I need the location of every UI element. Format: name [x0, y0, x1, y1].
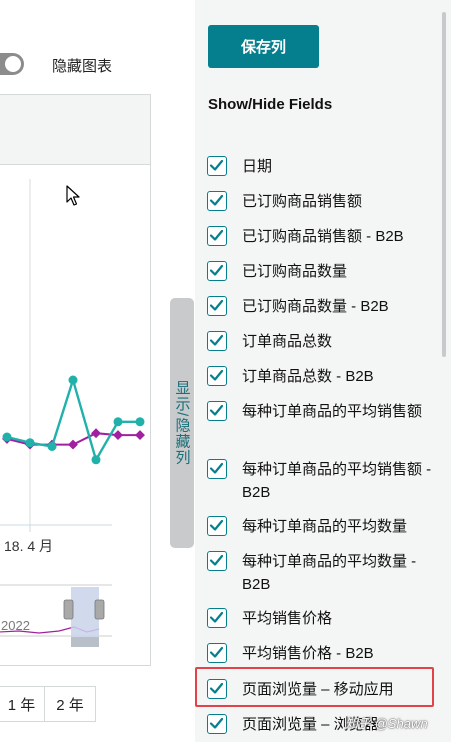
navigator-handle-left[interactable] [63, 599, 74, 620]
field-label: 订单商品总数 [242, 333, 333, 350]
save-columns-button[interactable]: 保存列 [208, 25, 319, 68]
series-1-point[interactable] [68, 439, 78, 450]
field-checkbox[interactable] [207, 459, 227, 479]
series-0-point[interactable] [135, 417, 145, 427]
checkmark-icon [209, 194, 224, 206]
navigator-scroll-thumb[interactable] [71, 637, 99, 647]
field-row[interactable]: 订单商品总数 [207, 330, 439, 353]
field-checkbox[interactable] [207, 296, 227, 316]
field-label: 每种订单商品的平均数量 - B2B [242, 553, 417, 593]
field-row[interactable]: 平均销售价格 [207, 607, 439, 630]
field-row[interactable]: 每种订单商品的平均数量 - B2B [207, 550, 439, 596]
series-1-point[interactable] [135, 430, 145, 441]
checkmark-icon [209, 646, 224, 658]
field-row[interactable]: 每种订单商品的平均销售额 [207, 400, 439, 423]
checkmark-icon [209, 717, 224, 729]
checkmark-icon [209, 611, 224, 623]
checkmark-icon [209, 159, 224, 171]
checkmark-icon [209, 264, 224, 276]
field-label: 每种订单商品的平均数量 [242, 518, 408, 535]
field-checkbox[interactable] [207, 608, 227, 628]
chart-panel: 18. 4 月 2022 [0, 94, 151, 666]
range-2-year-button[interactable]: 2 年 [44, 686, 96, 722]
field-checkbox[interactable] [207, 156, 227, 176]
watermark: 知乎 @Shawn [345, 716, 428, 731]
checkmark-icon [209, 554, 224, 566]
field-row[interactable]: 已订购商品销售额 [207, 190, 439, 213]
field-checkbox[interactable] [207, 714, 227, 734]
checkmark-icon [209, 519, 224, 531]
field-checkbox[interactable] [207, 226, 227, 246]
field-label: 已订购商品销售额 - B2B [242, 228, 404, 245]
checkmark-icon [209, 404, 224, 416]
highlight-box [195, 667, 434, 707]
series-1-point[interactable] [113, 430, 123, 441]
series-0-point[interactable] [91, 455, 101, 465]
field-checkbox[interactable] [207, 401, 227, 421]
hide-chart-toggle[interactable] [0, 53, 24, 75]
range-1-year-button[interactable]: 1 年 [0, 686, 45, 722]
series-0-point[interactable] [2, 432, 12, 442]
field-checkbox[interactable] [207, 331, 227, 351]
field-checkbox[interactable] [207, 261, 227, 281]
field-row[interactable]: 每种订单商品的平均数量 [207, 515, 439, 538]
toggle-knob [5, 56, 21, 72]
show-hide-columns-tab[interactable]: 显示/隐藏列 [170, 298, 194, 548]
checkmark-icon [209, 229, 224, 241]
field-label: 已订购商品销售额 [242, 193, 363, 210]
field-row[interactable]: 已订购商品销售额 - B2B [207, 225, 439, 248]
field-row[interactable]: 已订购商品数量 - B2B [207, 295, 439, 318]
field-label: 已订购商品数量 - B2B [242, 298, 389, 315]
field-label: 平均销售价格 [242, 610, 333, 627]
field-label: 已订购商品数量 [242, 263, 348, 280]
range-buttons: 1 年 2 年 [0, 686, 96, 722]
series-1-point[interactable] [91, 428, 101, 439]
panel-scrollbar[interactable] [442, 12, 446, 357]
field-checkbox[interactable] [207, 551, 227, 571]
field-row[interactable]: 订单商品总数 - B2B [207, 365, 439, 388]
line-chart: 18. 4 月 2022 [0, 179, 145, 647]
fields-heading: Show/Hide Fields [208, 96, 333, 113]
field-checkbox[interactable] [207, 643, 227, 663]
checkmark-icon [209, 369, 224, 381]
show-hide-columns-label: 显示/隐藏列 [173, 380, 191, 466]
field-label: 日期 [242, 158, 273, 175]
field-panel: 保存列 Show/Hide Fields 日期已订购商品销售额已订购商品销售额 … [195, 0, 451, 742]
field-checkbox[interactable] [207, 191, 227, 211]
field-row[interactable]: 日期 [207, 155, 439, 178]
mouse-cursor-icon [66, 185, 80, 206]
checkmark-icon [209, 299, 224, 311]
checkmark-icon [209, 462, 224, 474]
field-row[interactable]: 每种订单商品的平均销售额 - B2B [207, 458, 439, 504]
field-checkbox[interactable] [207, 516, 227, 536]
field-label: 平均销售价格 - B2B [242, 645, 374, 662]
hide-chart-label: 隐藏图表 [52, 58, 113, 75]
navigator-handle-right[interactable] [94, 599, 105, 620]
field-label: 每种订单商品的平均销售额 [242, 403, 423, 420]
field-row[interactable]: 平均销售价格 - B2B [207, 642, 439, 665]
series-0-point[interactable] [113, 417, 123, 427]
field-checkbox[interactable] [207, 366, 227, 386]
field-label: 订单商品总数 - B2B [242, 368, 374, 385]
field-row[interactable]: 已订购商品数量 [207, 260, 439, 283]
series-0-point[interactable] [68, 375, 78, 385]
series-0-point[interactable] [25, 438, 35, 448]
field-label: 每种订单商品的平均销售额 - B2B [242, 461, 432, 501]
series-0-point[interactable] [47, 442, 57, 451]
checkmark-icon [209, 334, 224, 346]
x-tick-label: 18. 4 月 [4, 538, 53, 554]
